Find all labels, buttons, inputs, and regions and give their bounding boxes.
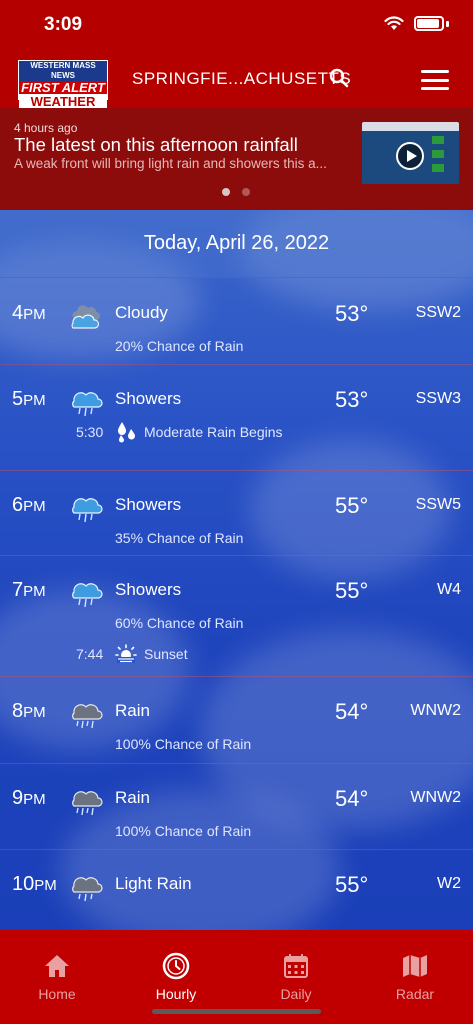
wind-value: WNW2 <box>410 702 461 719</box>
location-label[interactable]: SPRINGFIE...ACHUSETTS <box>132 69 351 89</box>
search-icon[interactable] <box>329 68 349 88</box>
temperature-value: 54° <box>335 699 369 724</box>
sunset-icon <box>115 644 137 663</box>
condition-label: Light Rain <box>115 874 192 893</box>
rain-icon <box>72 877 103 902</box>
event-time: 7:44 <box>76 646 104 662</box>
carousel-dots[interactable] <box>222 188 250 196</box>
calendar-icon <box>284 954 308 978</box>
rain-icon <box>72 791 103 816</box>
carousel-dot-2[interactable] <box>242 188 250 196</box>
status-bar: 3:09 <box>0 0 473 52</box>
nav-label: Radar <box>395 986 435 1002</box>
wind-value: SSW3 <box>415 390 461 407</box>
hourly-list[interactable]: 4PM Cloudy 53° SSW2 20% Chance of Rain 5… <box>0 279 473 930</box>
news-summary: A weak front will bring light rain and s… <box>14 156 327 171</box>
wind-value: W4 <box>437 581 461 598</box>
logo-line-2: FIRST ALERT <box>21 80 105 95</box>
rain-chance: 100% Chance of Rain <box>115 823 252 839</box>
hour-label: 7PM <box>12 579 46 601</box>
condition-label: Showers <box>115 580 182 599</box>
condition-label: Rain <box>115 701 150 720</box>
temperature-value: 55° <box>335 872 369 897</box>
wind-value: W2 <box>437 875 461 892</box>
hourly-row[interactable]: 8PM Rain 54° WNW2 100% Chance of Rain <box>0 677 473 764</box>
condition-label: Rain <box>115 788 150 807</box>
event-time: 5:30 <box>76 424 104 440</box>
showers-icon <box>72 498 103 523</box>
date-label: Today, April 26, 2022 <box>143 232 330 254</box>
event-label: Moderate Rain Begins <box>144 424 283 440</box>
temperature-value: 53° <box>335 301 369 326</box>
cloudy-icon <box>71 305 100 329</box>
carousel-dot-1[interactable] <box>222 188 230 196</box>
condition-label: Showers <box>115 389 182 408</box>
hour-label: 8PM <box>12 700 46 722</box>
hour-label: 6PM <box>12 494 46 516</box>
showers-icon <box>72 392 103 417</box>
hour-label: 4PM <box>12 302 46 324</box>
news-title[interactable]: The latest on this afternoon rainfall <box>14 134 298 156</box>
app-header: WESTERN MASS NEWS FIRST ALERT WEATHER SP… <box>0 52 473 109</box>
news-banner[interactable]: 4 hours ago The latest on this afternoon… <box>0 108 473 210</box>
hourly-row[interactable]: 6PM Showers 55° SSW5 35% Chance of Rain <box>0 471 473 556</box>
condition-label: Showers <box>115 495 182 514</box>
status-icons <box>384 16 449 31</box>
home-indicator[interactable] <box>152 1009 321 1014</box>
date-header: Today, April 26, 2022 <box>0 210 473 278</box>
raindrops-icon <box>118 422 135 443</box>
rain-chance: 100% Chance of Rain <box>115 736 252 752</box>
status-time: 3:09 <box>44 14 83 35</box>
play-icon[interactable] <box>396 142 424 170</box>
nav-hourly[interactable]: Hourly <box>131 952 221 1002</box>
hourly-row[interactable]: 9PM Rain 54° WNW2 100% Chance of Rain <box>0 764 473 850</box>
hourly-row[interactable]: 5PM Showers 53° SSW3 5:30 Moderate Rain … <box>0 365 473 471</box>
hamburger-menu-icon[interactable] <box>421 70 449 90</box>
hour-label: 9PM <box>12 787 46 809</box>
rain-chance: 60% Chance of Rain <box>115 615 244 631</box>
hourly-row[interactable]: 7PM Showers 55° W4 60% Chance of Rain 7:… <box>0 556 473 677</box>
hourly-row[interactable]: 4PM Cloudy 53° SSW2 20% Chance of Rain <box>0 279 473 365</box>
rain-chance: 35% Chance of Rain <box>115 530 244 546</box>
hourly-row[interactable]: 10PM Light Rain 55° W2 <box>0 850 473 930</box>
map-icon <box>403 955 427 977</box>
wind-value: SSW5 <box>415 496 461 513</box>
nav-daily[interactable]: Daily <box>251 952 341 1002</box>
showers-icon <box>72 583 103 608</box>
temperature-value: 54° <box>335 786 369 811</box>
wind-value: SSW2 <box>415 304 461 321</box>
logo-line-3: WEATHER <box>19 94 107 109</box>
logo-line-1: WESTERN MASS NEWS <box>19 61 107 81</box>
wind-value: WNW2 <box>410 789 461 806</box>
condition-label: Cloudy <box>115 303 168 322</box>
nav-label: Home <box>38 986 76 1002</box>
hour-label: 10PM <box>12 873 57 895</box>
nav-radar[interactable]: Radar <box>370 952 460 1002</box>
temperature-value: 55° <box>335 578 369 603</box>
event-label: Sunset <box>144 646 188 662</box>
wifi-icon <box>384 16 404 30</box>
news-video-thumbnail[interactable] <box>362 122 459 184</box>
temperature-value: 53° <box>335 387 369 412</box>
nav-label: Hourly <box>155 986 197 1002</box>
clock-icon <box>162 952 190 980</box>
news-age: 4 hours ago <box>14 121 78 135</box>
nav-home[interactable]: Home <box>12 952 102 1002</box>
brand-logo[interactable]: WESTERN MASS NEWS FIRST ALERT WEATHER <box>18 60 108 109</box>
temperature-value: 55° <box>335 493 369 518</box>
battery-icon <box>414 16 444 31</box>
rain-icon <box>72 704 103 729</box>
nav-label: Daily <box>280 986 312 1002</box>
hour-label: 5PM <box>12 388 46 410</box>
home-icon <box>45 955 69 977</box>
rain-chance: 20% Chance of Rain <box>115 338 244 354</box>
battery-tip <box>446 20 449 27</box>
